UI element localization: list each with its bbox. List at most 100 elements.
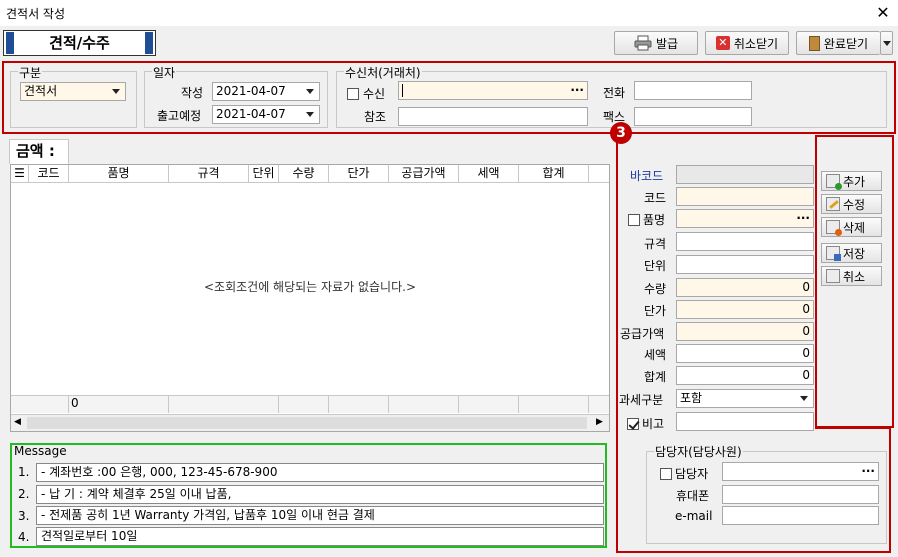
add-button-label: 추가 xyxy=(843,174,866,189)
mobile-input[interactable] xyxy=(722,485,879,504)
remark-label: 비고 xyxy=(642,417,665,431)
email-input[interactable] xyxy=(722,506,879,525)
footer-cell xyxy=(11,396,69,413)
qty-input[interactable]: 0 xyxy=(676,278,814,297)
write-date-value: 2021-04-07 xyxy=(216,84,286,98)
total-input[interactable]: 0 xyxy=(676,366,814,385)
chevron-down-icon xyxy=(800,396,808,401)
chevron-down-icon xyxy=(306,89,314,94)
reference-input[interactable] xyxy=(398,107,588,126)
spec-input[interactable] xyxy=(676,232,814,251)
price-input[interactable]: 0 xyxy=(676,300,814,319)
col-price[interactable]: 단가 xyxy=(329,165,389,182)
chevron-down-icon xyxy=(306,112,314,117)
message-input-1[interactable]: - 계좌번호 :00 은행, 000, 123-45-678-900 xyxy=(36,463,604,482)
footer-count: 0 xyxy=(69,396,169,413)
close-icon[interactable]: ✕ xyxy=(873,2,893,24)
name-label: 품명 xyxy=(643,213,666,227)
col-total[interactable]: 합계 xyxy=(519,165,589,182)
issue-button[interactable]: 발급 xyxy=(614,31,698,55)
tab-left-bar xyxy=(6,32,14,54)
add-button[interactable]: 추가 xyxy=(821,171,882,191)
footer-cell xyxy=(329,396,389,413)
tax-input[interactable]: 0 xyxy=(676,344,814,363)
save-button[interactable]: 저장 xyxy=(821,243,882,263)
col-supply[interactable]: 공급가액 xyxy=(389,165,459,182)
col-qty[interactable]: 수량 xyxy=(279,165,329,182)
col-code[interactable]: 코드 xyxy=(29,165,69,182)
cancel-icon xyxy=(826,269,840,283)
complete-close-label: 완료닫기 xyxy=(823,36,869,51)
barcode-input[interactable] xyxy=(676,165,814,184)
footer-cell xyxy=(169,396,279,413)
message-input-4[interactable]: 견적일로부터 10일 xyxy=(36,527,604,546)
col-name[interactable]: 품명 xyxy=(69,165,169,182)
manager-lookup-button[interactable]: ··· xyxy=(861,464,875,478)
remark-input[interactable] xyxy=(676,412,814,431)
code-input[interactable] xyxy=(676,187,814,206)
reference-label: 참조 xyxy=(364,110,387,124)
amount-tab[interactable]: 금액 : xyxy=(9,139,69,164)
grid-menu-icon[interactable]: ☰ xyxy=(11,165,29,182)
complete-close-button[interactable]: 완료닫기 xyxy=(796,31,880,55)
save-icon xyxy=(826,246,841,261)
tax-type-value: 포함 xyxy=(680,391,703,405)
printer-icon xyxy=(634,35,652,51)
gubun-select[interactable]: 견적서 xyxy=(20,82,126,101)
message-input-3[interactable]: - 전제품 공히 1년 Warranty 가격임, 납품후 10일 이내 현금 … xyxy=(36,506,604,525)
footer-cell xyxy=(459,396,519,413)
recipient-checkbox-wrap[interactable]: 수신 xyxy=(347,85,385,102)
recipient-checkbox[interactable] xyxy=(347,87,359,100)
issue-button-label: 발급 xyxy=(655,36,679,51)
cancel-close-button[interactable]: ✕ 취소닫기 xyxy=(705,31,789,55)
name-lookup-input[interactable]: ··· xyxy=(676,209,814,228)
save-button-label: 저장 xyxy=(843,246,866,261)
tab-right-bar xyxy=(145,32,153,54)
unit-input[interactable] xyxy=(676,255,814,274)
message-input-2[interactable]: - 납 기 : 계약 체결후 25일 이내 납품, xyxy=(36,485,604,504)
recipient-input[interactable]: ··· xyxy=(398,81,588,100)
supply-input[interactable]: 0 xyxy=(676,322,814,341)
door-icon xyxy=(808,35,820,51)
footer-cell xyxy=(279,396,329,413)
name-checkbox-wrap[interactable]: 품명 xyxy=(628,211,665,228)
scroll-track[interactable] xyxy=(27,417,587,429)
col-tax[interactable]: 세액 xyxy=(459,165,519,182)
manager-checkbox-wrap[interactable]: 담당자 xyxy=(660,465,708,482)
tax-type-label: 과세구분 xyxy=(619,393,664,407)
cancel-x-icon: ✕ xyxy=(715,36,730,50)
remark-checkbox[interactable] xyxy=(627,417,639,430)
qty-label: 수량 xyxy=(644,282,667,296)
col-unit[interactable]: 단위 xyxy=(249,165,279,182)
edit-button[interactable]: 수정 xyxy=(821,194,882,214)
tax-label: 세액 xyxy=(644,348,667,362)
pencil-icon xyxy=(826,197,840,211)
manager-label: 담당자 xyxy=(675,467,709,481)
col-spec[interactable]: 규격 xyxy=(169,165,249,182)
scroll-right-icon[interactable]: ▶ xyxy=(596,417,603,427)
grid-hscrollbar[interactable]: ◀ ▶ xyxy=(11,414,609,431)
scroll-left-icon[interactable]: ◀ xyxy=(14,417,21,427)
name-lookup-button[interactable]: ··· xyxy=(796,211,810,225)
write-date-picker[interactable]: 2021-04-07 xyxy=(212,82,320,101)
recipient-lookup-button[interactable]: ··· xyxy=(570,83,584,98)
step-badge: 3 xyxy=(610,122,632,144)
grid-header: ☰ 코드 품명 규격 단위 수량 단가 공급가액 세액 합계 xyxy=(11,165,609,183)
cancel-button[interactable]: 취소 xyxy=(821,266,882,286)
col-filler xyxy=(589,165,609,182)
delete-button-label: 삭제 xyxy=(843,220,866,235)
remark-checkbox-wrap[interactable]: 비고 xyxy=(627,415,664,432)
edit-button-label: 수정 xyxy=(843,197,866,212)
gubun-label: 구분 xyxy=(18,64,43,81)
manager-lookup-input[interactable]: ··· xyxy=(722,462,879,481)
message-num-1: 1. xyxy=(18,465,30,479)
tax-type-select[interactable]: 포함 xyxy=(676,389,814,408)
phone-input[interactable] xyxy=(634,81,752,100)
delete-button[interactable]: 삭제 xyxy=(821,217,882,237)
message-num-3: 3. xyxy=(18,509,30,523)
complete-close-dropdown[interactable] xyxy=(880,31,893,55)
name-checkbox[interactable] xyxy=(628,213,640,226)
ship-date-picker[interactable]: 2021-04-07 xyxy=(212,105,320,124)
manager-checkbox[interactable] xyxy=(660,467,672,480)
fax-input[interactable] xyxy=(634,107,752,126)
